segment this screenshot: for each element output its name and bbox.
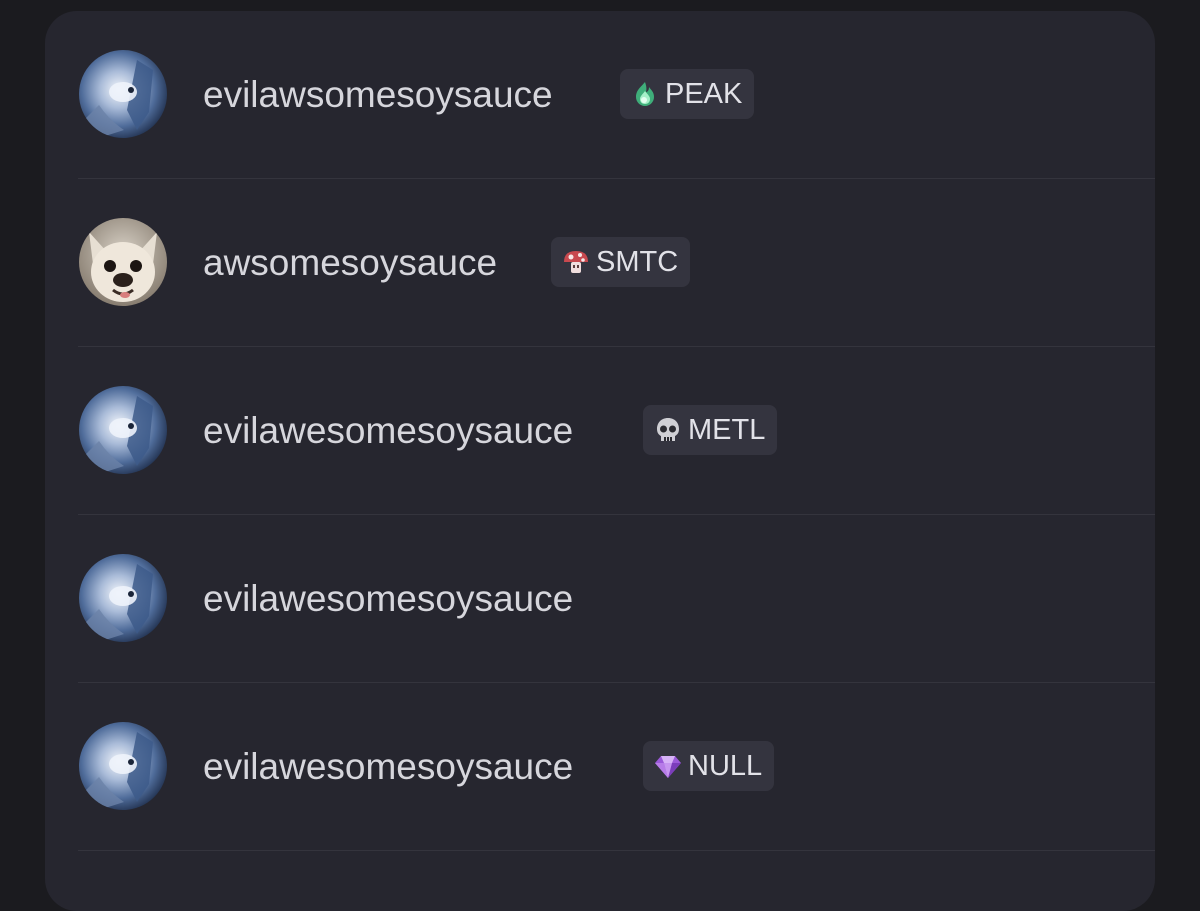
- avatar[interactable]: [79, 50, 167, 138]
- username[interactable]: evilawesomesoysauce: [203, 577, 573, 621]
- avatar[interactable]: [79, 554, 167, 642]
- guild-tag[interactable]: SMTC: [551, 237, 691, 287]
- tag-label: SMTC: [596, 245, 679, 278]
- username[interactable]: evilawesomesoysauce: [203, 745, 573, 789]
- tag-label: NULL: [688, 749, 763, 782]
- tag-label: PEAK: [665, 77, 743, 110]
- username[interactable]: evilawesomesoysauce: [203, 409, 573, 453]
- member-row[interactable]: awsomesoysauce SMTC: [45, 179, 1155, 347]
- tag-label: METL: [688, 413, 766, 446]
- member-row[interactable]: evilawsomesoysauce PEAK: [45, 11, 1155, 179]
- purple-gem-icon: [655, 756, 681, 778]
- avatar[interactable]: [79, 386, 167, 474]
- divider: [78, 850, 1155, 851]
- avatar[interactable]: [79, 722, 167, 810]
- username[interactable]: evilawsomesoysauce: [203, 73, 553, 117]
- avatar[interactable]: [79, 218, 167, 306]
- member-list-panel: evilawsomesoysauce PEAK awsomesoysauce S…: [45, 11, 1155, 911]
- guild-tag[interactable]: NULL: [643, 741, 775, 791]
- guild-tag[interactable]: METL: [643, 405, 778, 455]
- member-row[interactable]: evilawesomesoysauce: [45, 515, 1155, 683]
- skull-icon: [657, 418, 679, 441]
- mushroom-icon: [564, 251, 588, 273]
- green-flame-icon: [636, 82, 654, 106]
- member-row[interactable]: evilawesomesoysauce METL: [45, 347, 1155, 515]
- guild-tag[interactable]: PEAK: [620, 69, 755, 119]
- username[interactable]: awsomesoysauce: [203, 241, 497, 285]
- member-row[interactable]: evilawesomesoysauce NULL: [45, 683, 1155, 851]
